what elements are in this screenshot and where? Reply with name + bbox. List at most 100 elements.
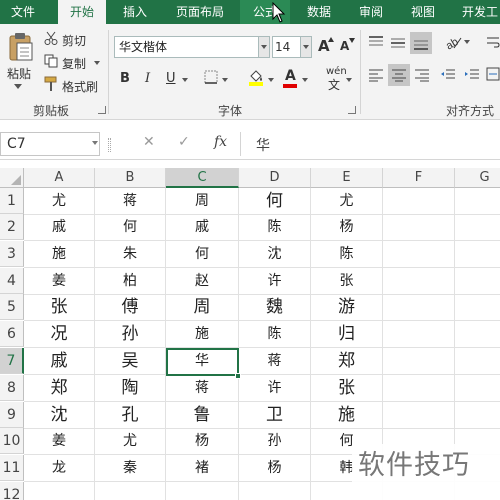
- wrap-text-icon[interactable]: [486, 36, 500, 50]
- merge-center-icon[interactable]: [486, 66, 500, 84]
- cell-e5[interactable]: 游: [311, 294, 383, 321]
- align-middle-icon[interactable]: [390, 36, 406, 50]
- select-all-button[interactable]: [0, 168, 24, 188]
- underline-button[interactable]: U: [166, 71, 176, 86]
- cell-c1[interactable]: 周: [166, 188, 239, 215]
- cell-d1[interactable]: 何: [239, 188, 311, 215]
- cell-b2[interactable]: 何: [95, 214, 166, 241]
- cell-f3[interactable]: [383, 241, 455, 268]
- column-header-a[interactable]: A: [24, 168, 95, 188]
- cell-e9[interactable]: 施: [311, 402, 383, 429]
- cell-g5[interactable]: [455, 294, 500, 321]
- cell-e3[interactable]: 陈: [311, 241, 383, 268]
- cell-b5[interactable]: 傅: [95, 294, 166, 321]
- cell-c9[interactable]: 鲁: [166, 402, 239, 429]
- fill-color-icon[interactable]: [248, 68, 264, 86]
- cell-f7[interactable]: [383, 348, 455, 375]
- row-header-4[interactable]: 4: [0, 268, 24, 294]
- enter-formula-button[interactable]: ✓: [178, 134, 190, 150]
- align-right-icon[interactable]: [414, 68, 430, 82]
- cell-d10[interactable]: 孙: [239, 428, 311, 455]
- cancel-formula-button[interactable]: ✕: [143, 134, 155, 150]
- format-painter-button[interactable]: 格式刷: [62, 78, 98, 95]
- insert-function-button[interactable]: fx: [214, 134, 227, 150]
- cell-c8[interactable]: 蒋: [166, 375, 239, 402]
- row-header-2[interactable]: 2: [0, 214, 24, 240]
- cell-d3[interactable]: 沈: [239, 241, 311, 268]
- cell-d11[interactable]: 杨: [239, 455, 311, 482]
- font-name-dropdown-icon[interactable]: [258, 36, 270, 58]
- cell-d7[interactable]: 蒋: [239, 348, 311, 375]
- row-header-5[interactable]: 5: [0, 294, 24, 320]
- border-dropdown-icon[interactable]: [222, 78, 228, 82]
- cell-c12[interactable]: [166, 482, 239, 500]
- cell-g9[interactable]: [455, 402, 500, 429]
- format-painter-icon[interactable]: [44, 76, 58, 92]
- cell-d2[interactable]: 陈: [239, 214, 311, 241]
- paste-button[interactable]: 粘贴: [7, 65, 31, 82]
- font-name-input[interactable]: 华文楷体: [114, 36, 260, 58]
- cell-a5[interactable]: 张: [24, 294, 95, 321]
- align-left-icon[interactable]: [368, 68, 384, 82]
- cell-d6[interactable]: 陈: [239, 321, 311, 348]
- scissors-icon[interactable]: [44, 31, 58, 45]
- cell-a6[interactable]: 况: [24, 321, 95, 348]
- font-color-dropdown-icon[interactable]: [302, 78, 308, 82]
- cell-f8[interactable]: [383, 375, 455, 402]
- name-box-dropdown-icon[interactable]: [92, 141, 98, 145]
- cell-b4[interactable]: 柏: [95, 268, 166, 295]
- cell-c3[interactable]: 何: [166, 241, 239, 268]
- fill-handle[interactable]: [235, 373, 241, 379]
- tab-developer[interactable]: 开发工: [452, 0, 500, 24]
- orientation-icon[interactable]: ab: [444, 34, 462, 50]
- row-header-11[interactable]: 11: [0, 455, 24, 481]
- cell-f5[interactable]: [383, 294, 455, 321]
- tab-file[interactable]: 文件: [0, 0, 46, 24]
- cell-f4[interactable]: [383, 268, 455, 295]
- row-header-12[interactable]: 12: [0, 482, 24, 500]
- cell-b1[interactable]: 蒋: [95, 188, 166, 215]
- cell-c11[interactable]: 褚: [166, 455, 239, 482]
- cell-b8[interactable]: 陶: [95, 375, 166, 402]
- cell-e4[interactable]: 张: [311, 268, 383, 295]
- row-header-10[interactable]: 10: [0, 428, 24, 454]
- column-header-d[interactable]: D: [239, 168, 311, 188]
- bold-button[interactable]: B: [120, 71, 130, 86]
- cell-g6[interactable]: [455, 321, 500, 348]
- cell-g7[interactable]: [455, 348, 500, 375]
- cell-a7[interactable]: 戚: [24, 348, 95, 375]
- row-header-7[interactable]: 7: [0, 348, 24, 374]
- formula-input[interactable]: 华: [256, 135, 270, 155]
- cell-e6[interactable]: 归: [311, 321, 383, 348]
- row-header-1[interactable]: 1: [0, 188, 24, 214]
- align-top-icon[interactable]: [368, 36, 384, 50]
- cell-c10[interactable]: 杨: [166, 428, 239, 455]
- cell-a8[interactable]: 郑: [24, 375, 95, 402]
- cell-e8[interactable]: 张: [311, 375, 383, 402]
- cell-b9[interactable]: 孔: [95, 402, 166, 429]
- copy-button[interactable]: 复制: [62, 55, 86, 72]
- cell-d12[interactable]: [239, 482, 311, 500]
- copy-icon[interactable]: [44, 54, 58, 68]
- cell-a4[interactable]: 姜: [24, 268, 95, 295]
- paste-dropdown-icon[interactable]: [14, 84, 22, 90]
- cell-b11[interactable]: 秦: [95, 455, 166, 482]
- formula-bar-splitter[interactable]: [108, 138, 111, 152]
- tab-page-layout[interactable]: 页面布局: [168, 0, 232, 24]
- fill-color-dropdown-icon[interactable]: [268, 78, 274, 82]
- cell-a2[interactable]: 戚: [24, 214, 95, 241]
- row-header-9[interactable]: 9: [0, 402, 24, 428]
- decrease-indent-icon[interactable]: [440, 68, 456, 82]
- column-header-g[interactable]: G: [455, 168, 500, 188]
- cell-b10[interactable]: 尤: [95, 428, 166, 455]
- cell-g3[interactable]: [455, 241, 500, 268]
- font-size-dropdown-icon[interactable]: [300, 36, 312, 58]
- cell-a11[interactable]: 龙: [24, 455, 95, 482]
- column-header-f[interactable]: F: [383, 168, 455, 188]
- font-launcher-icon[interactable]: [348, 106, 356, 114]
- cell-e7[interactable]: 郑: [311, 348, 383, 375]
- shrink-font-button[interactable]: A: [340, 39, 349, 53]
- row-header-6[interactable]: 6: [0, 321, 24, 347]
- column-header-c[interactable]: C: [166, 168, 239, 188]
- cell-f1[interactable]: [383, 188, 455, 215]
